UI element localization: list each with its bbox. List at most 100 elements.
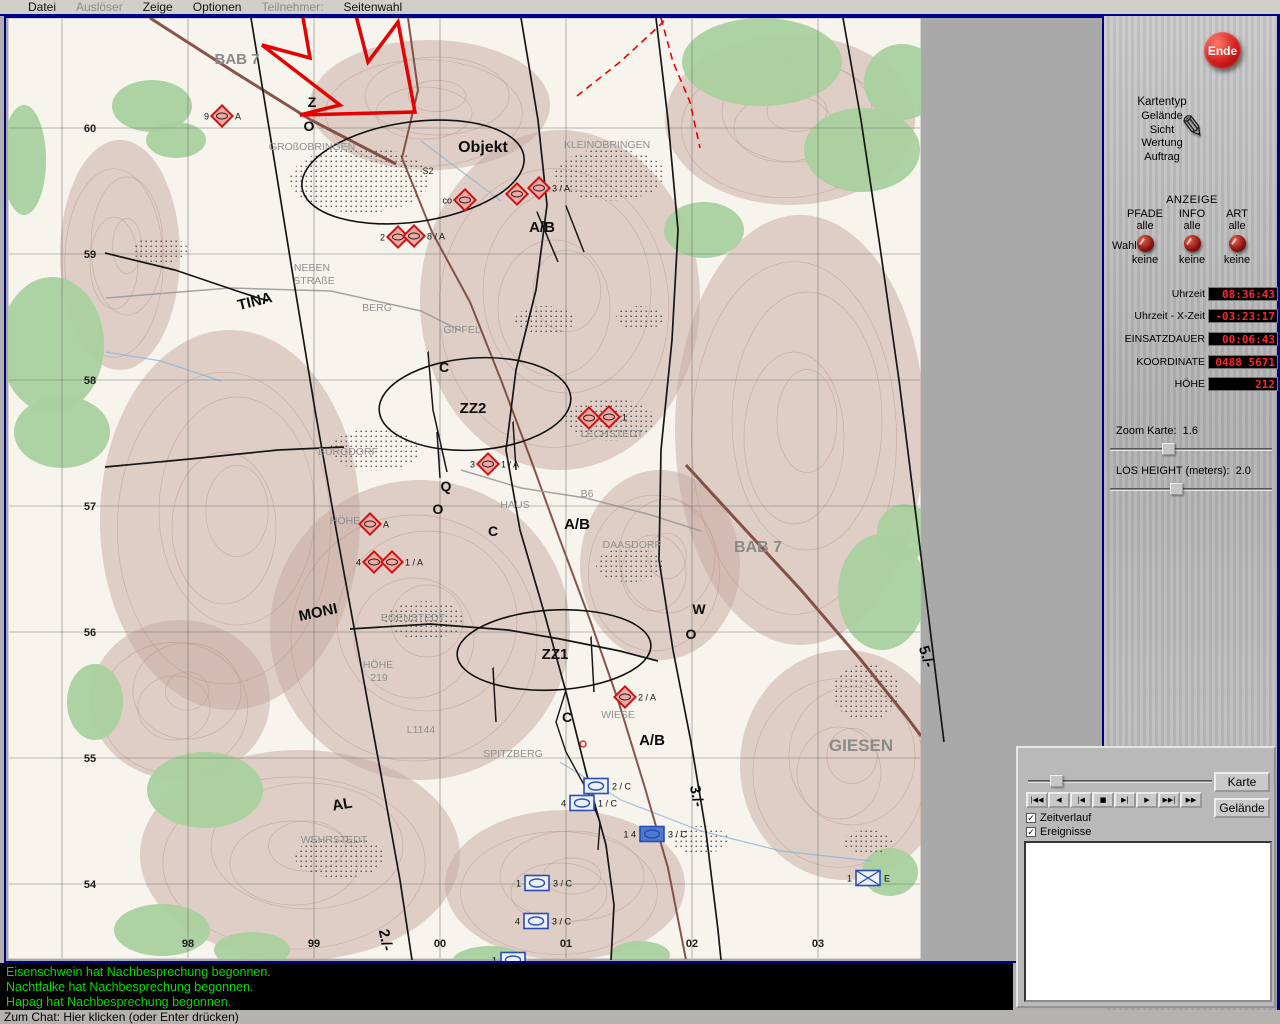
svg-text:2: 2 bbox=[380, 233, 385, 243]
pfade-alle-label: alle bbox=[1136, 220, 1154, 232]
timeline-slider-thumb[interactable] bbox=[1050, 775, 1063, 787]
map-label: ZZ2 bbox=[460, 400, 487, 417]
gelaende-button[interactable]: Gelände bbox=[1214, 798, 1270, 818]
forest-area bbox=[147, 752, 263, 828]
anzeige-column-info: INFO alle keine bbox=[1168, 208, 1216, 266]
svg-text:3 / C: 3 / C bbox=[552, 917, 572, 927]
einsatzdauer-value: 00:06:43 bbox=[1208, 331, 1278, 346]
map-label: O bbox=[304, 118, 315, 134]
pfade-label: PFADE bbox=[1126, 208, 1164, 220]
zoom-slider-track bbox=[1110, 448, 1272, 451]
map-label: B6 bbox=[581, 488, 594, 500]
svg-text:2 / C: 2 / C bbox=[612, 782, 632, 792]
grid-label: 54 bbox=[84, 879, 97, 891]
zeitverlauf-checkbox-row[interactable]: ✓ Zeitverlauf bbox=[1026, 812, 1091, 824]
svg-text:co: co bbox=[442, 196, 452, 206]
grid-label: 56 bbox=[84, 627, 96, 639]
wahl-label: Wahl bbox=[1112, 240, 1137, 252]
svg-text:3 / C: 3 / C bbox=[553, 879, 573, 889]
svg-text:1: 1 bbox=[622, 413, 627, 423]
menu-item-seitenwahl[interactable]: Seitenwahl bbox=[343, 0, 402, 14]
vcr-step-forward-button[interactable]: ▶| bbox=[1114, 792, 1136, 808]
map-label: SPITZBERG bbox=[483, 748, 543, 760]
grid-label: 59 bbox=[84, 249, 96, 261]
info-knob[interactable] bbox=[1183, 235, 1201, 252]
uhrzeit-label: Uhrzeit bbox=[1171, 287, 1205, 300]
simulation-app: { "colors": { "navy":"#000084", "led_red… bbox=[0, 0, 1280, 1024]
vcr-play-reverse-button[interactable]: ◀ bbox=[1048, 792, 1070, 808]
forest-area bbox=[804, 108, 920, 192]
timeline-slider[interactable] bbox=[1028, 774, 1212, 788]
vcr-controls: |◀◀ ◀ |◀ ■ ▶| ▶ ▶▶| ▶▶ bbox=[1026, 792, 1202, 808]
map-label: KLEINOBRINGEN bbox=[564, 139, 650, 151]
menu-item-optionen[interactable]: Optionen bbox=[193, 0, 242, 14]
map-label: S2 bbox=[422, 166, 433, 176]
ereignisse-checkbox[interactable]: ✓ bbox=[1026, 827, 1036, 837]
los-slider-thumb[interactable] bbox=[1170, 483, 1183, 495]
friendly-unit[interactable]: 4 1 / C bbox=[561, 794, 618, 812]
vcr-play-button[interactable]: ▶ bbox=[1136, 792, 1158, 808]
vcr-stop-button[interactable]: ■ bbox=[1092, 792, 1114, 808]
tactical-map[interactable]: 9 Aco 3 / A 2 8 / A 1 3 1 / A A 4 1 / A 2 / A 2 / C 4… bbox=[6, 18, 1102, 961]
map-label: C bbox=[439, 359, 449, 375]
svg-text:4: 4 bbox=[515, 917, 520, 927]
map-label: C bbox=[562, 709, 572, 725]
menu-item-datei[interactable]: Datei bbox=[28, 0, 56, 14]
friendly-unit[interactable]: 1 4 3 / C bbox=[623, 825, 688, 843]
art-alle-label: alle bbox=[1228, 220, 1246, 232]
map-label: HÖHE bbox=[363, 659, 393, 671]
hoehe-value: 212 bbox=[1208, 376, 1278, 391]
los-height-slider[interactable] bbox=[1110, 482, 1272, 496]
art-knob[interactable] bbox=[1228, 235, 1246, 252]
vcr-skip-start-button[interactable]: |◀◀ bbox=[1026, 792, 1048, 808]
vcr-step-back-button[interactable]: |◀ bbox=[1070, 792, 1092, 808]
settlement-area bbox=[844, 830, 892, 854]
map-geo-layer bbox=[8, 18, 921, 959]
settlement-area bbox=[832, 664, 900, 720]
menu-item-zeige[interactable]: Zeige bbox=[143, 0, 173, 14]
svg-text:1: 1 bbox=[847, 874, 852, 884]
vcr-skip-end-button[interactable]: ▶▶ bbox=[1180, 792, 1202, 808]
zeitverlauf-checkbox[interactable]: ✓ bbox=[1026, 813, 1036, 823]
svg-text:2 / A: 2 / A bbox=[638, 693, 656, 703]
friendly-unit[interactable]: 1 3 / C bbox=[516, 874, 573, 892]
playback-panel: Karte |◀◀ ◀ |◀ ■ ▶| ▶ ▶▶| ▶▶ Gelände ✓ Z… bbox=[1016, 746, 1276, 1008]
zoom-slider-thumb[interactable] bbox=[1162, 443, 1175, 455]
svg-text:1 / C: 1 / C bbox=[598, 799, 618, 809]
svg-text:4: 4 bbox=[356, 558, 361, 568]
map-label: LECHSTEDT bbox=[581, 428, 644, 440]
map-label: HÖHE bbox=[330, 515, 360, 527]
anzeige-column-art: ART alle keine bbox=[1213, 208, 1261, 266]
map-label: DAASDORP bbox=[603, 539, 662, 551]
menu-item-teilnehmer: Teilnehmer: bbox=[261, 0, 324, 14]
map-label: BURGDORF bbox=[318, 446, 378, 458]
kartentyp-option-auftrag[interactable]: Auftrag bbox=[1116, 151, 1208, 165]
svg-text:8 / A: 8 / A bbox=[427, 232, 445, 242]
forest-area bbox=[67, 664, 123, 740]
friendly-unit[interactable]: 2 / C bbox=[583, 777, 632, 795]
pfade-knob[interactable] bbox=[1136, 235, 1154, 252]
ende-button[interactable]: Ende bbox=[1204, 32, 1241, 69]
xzeit-row: Uhrzeit - X-Zeit -03:23:17 bbox=[1106, 308, 1278, 323]
vcr-fast-forward-button[interactable]: ▶▶| bbox=[1158, 792, 1180, 808]
hoehe-row: HÖHE 212 bbox=[1106, 376, 1278, 391]
map-label: STRAßE bbox=[293, 275, 334, 287]
friendly-unit[interactable]: 4 3 / C bbox=[515, 912, 572, 930]
map-label: O bbox=[433, 501, 444, 517]
chat-message: Nachtfalke hat Nachbesprechung begonnen. bbox=[6, 980, 254, 994]
event-listbox[interactable] bbox=[1024, 841, 1272, 1002]
einsatzdauer-label: EINSATZDAUER bbox=[1124, 332, 1205, 345]
karte-button[interactable]: Karte bbox=[1214, 772, 1270, 792]
svg-text:A: A bbox=[235, 112, 241, 122]
koordinate-row: KOORDINATE 0488 5671 bbox=[1106, 354, 1278, 369]
ereignisse-checkbox-row[interactable]: ✓ Ereignisse bbox=[1026, 826, 1091, 838]
zoom-slider[interactable] bbox=[1110, 442, 1272, 456]
chat-status-bar[interactable]: Zum Chat: Hier klicken (oder Enter drück… bbox=[0, 1010, 1280, 1024]
zoom-label: Zoom Karte: 1.6 bbox=[1116, 425, 1198, 437]
chat-log: Eisenschwein hat Nachbesprechung begonne… bbox=[0, 963, 1013, 1010]
info-label: INFO bbox=[1178, 208, 1206, 220]
los-height-label: LOS HEIGHT (meters): 2.0 bbox=[1116, 465, 1251, 477]
uhrzeit-row: Uhrzeit 08:36:43 bbox=[1106, 286, 1278, 301]
forest-area bbox=[114, 904, 210, 956]
map-label: Z bbox=[308, 94, 317, 110]
